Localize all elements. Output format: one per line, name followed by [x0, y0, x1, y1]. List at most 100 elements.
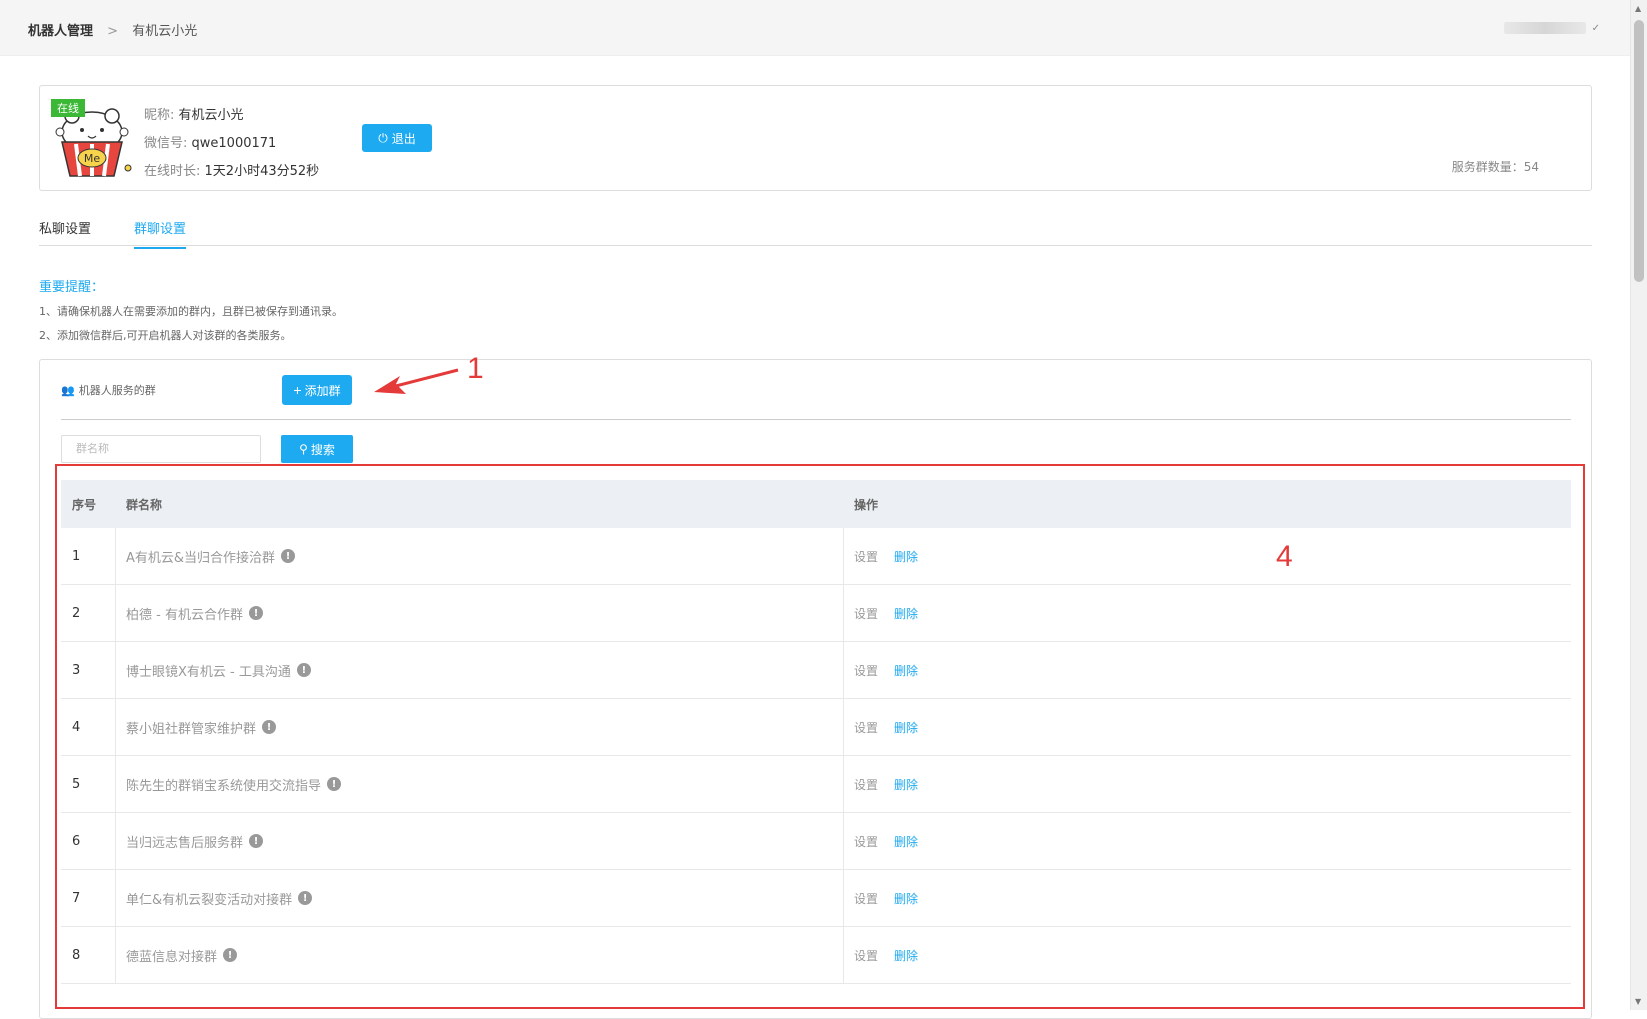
annotation-marker-1: 1	[467, 352, 484, 385]
online-duration-label: 在线时长:	[144, 164, 201, 179]
power-icon: ⏻	[378, 130, 388, 145]
header-action: 操作	[854, 497, 879, 512]
row-index: 4	[61, 699, 116, 755]
breadcrumb-separator: >	[107, 24, 119, 39]
group-name-text: 德蓝信息对接群	[126, 949, 218, 965]
notice-line-2: 2、添加微信群后,可开启机器人对该群的各类服务。	[39, 329, 292, 342]
settings-link[interactable]: 设置	[854, 548, 878, 565]
group-name-text: 博士眼镜X有机云 - 工具沟通	[126, 664, 291, 680]
delete-link[interactable]: 删除	[894, 662, 918, 679]
tab-group-chat[interactable]: 群聊设置	[134, 218, 187, 249]
add-group-label: 添加群	[304, 383, 341, 398]
settings-link[interactable]: 设置	[854, 605, 878, 622]
row-actions: 设置 删除	[844, 813, 1571, 869]
page-scrollbar[interactable]: ▲ ▼	[1630, 0, 1647, 1010]
wechat-value: qwe1000171	[191, 136, 277, 151]
table-row: 6 当归远志售后服务群! 设置 删除	[61, 813, 1571, 870]
notice-line-1: 1、请确保机器人在需要添加的群内，且群已被保存到通讯录。	[39, 305, 343, 318]
delete-link[interactable]: 删除	[894, 890, 918, 907]
settings-link[interactable]: 设置	[854, 890, 878, 907]
delete-link[interactable]: 删除	[894, 776, 918, 793]
group-panel: 👥 机器人服务的群 + 添加群 ⚲ 搜索 序号 群名称 操作 1A有机云&当归合…	[39, 359, 1592, 1019]
row-group-name: 当归远志售后服务群!	[116, 813, 844, 869]
info-icon[interactable]: !	[223, 948, 238, 962]
svg-text:Me: Me	[84, 152, 100, 165]
plus-icon: +	[293, 382, 302, 398]
search-label: 搜索	[310, 442, 335, 457]
users-icon: 👥	[61, 383, 75, 397]
scroll-up-icon[interactable]: ▲	[1635, 4, 1641, 13]
tab-private-chat[interactable]: 私聊设置	[39, 218, 91, 247]
info-icon[interactable]: !	[327, 777, 342, 791]
annotation-arrow-icon	[374, 368, 459, 394]
delete-link[interactable]: 删除	[894, 719, 918, 736]
settings-link[interactable]: 设置	[854, 947, 878, 964]
row-group-name: 蔡小姐社群管家维护群!	[116, 699, 844, 755]
scroll-down-icon[interactable]: ▼	[1635, 997, 1641, 1006]
info-icon[interactable]: !	[248, 606, 263, 620]
breadcrumb: 机器人管理 > 有机云小光	[28, 20, 197, 39]
delete-link[interactable]: 删除	[894, 947, 918, 964]
table-body: 1 A有机云&当归合作接洽群! 设置 删除 2 柏德 - 有机云合作群! 设置 删除 3 博士眼镜…	[61, 528, 1571, 984]
row-index: 8	[61, 927, 116, 983]
row-index: 5	[61, 756, 116, 812]
scrollbar-thumb[interactable]	[1634, 20, 1644, 282]
profile-info: 昵称: 有机云小光 微信号: qwe1000171 在线时长: 1天2小时43分…	[144, 102, 319, 186]
row-actions: 设置 删除	[844, 870, 1571, 926]
row-actions: 设置 删除	[844, 528, 1571, 584]
settings-link[interactable]: 设置	[854, 719, 878, 736]
group-name-text: 单仁&有机云裂变活动对接群	[126, 892, 293, 908]
panel-title-text: 机器人服务的群	[78, 384, 156, 397]
robot-profile-card: 在线 Me 昵称: 有机云小光 微信号: qwe1000171 在线时长: 1天…	[39, 85, 1592, 191]
user-name-blurred	[1503, 22, 1586, 34]
status-badge: 在线	[51, 99, 85, 117]
delete-link[interactable]: 删除	[894, 605, 918, 622]
settings-link[interactable]: 设置	[854, 833, 878, 850]
info-icon[interactable]: !	[262, 720, 277, 734]
settings-link[interactable]: 设置	[854, 662, 878, 679]
breadcrumb-root[interactable]: 机器人管理	[28, 24, 93, 39]
add-group-button[interactable]: + 添加群	[282, 375, 352, 405]
group-name-text: 陈先生的群销宝系统使用交流指导	[126, 778, 322, 794]
info-icon[interactable]: !	[249, 834, 264, 848]
user-menu[interactable]: ✓	[1503, 22, 1600, 34]
group-name-text: 蔡小姐社群管家维护群	[126, 721, 257, 737]
online-duration-value: 1天2小时43分52秒	[204, 164, 320, 179]
chevron-down-icon: ✓	[1591, 22, 1600, 34]
settings-link[interactable]: 设置	[854, 776, 878, 793]
row-group-name: A有机云&当归合作接洽群!	[116, 528, 844, 584]
group-name-text: 当归远志售后服务群	[126, 835, 244, 851]
wechat-label: 微信号:	[144, 136, 188, 151]
row-index: 7	[61, 870, 116, 926]
nickname-value: 有机云小光	[178, 108, 244, 123]
info-icon[interactable]: !	[281, 549, 296, 563]
row-index: 2	[61, 585, 116, 641]
table-row: 7 单仁&有机云裂变活动对接群! 设置 删除	[61, 870, 1571, 927]
group-name-text: 柏德 - 有机云合作群	[126, 607, 243, 623]
row-index: 6	[61, 813, 116, 869]
table-header: 序号 群名称 操作	[61, 480, 1571, 528]
top-bar: 机器人管理 > 有机云小光 ✓	[0, 0, 1630, 56]
table-row: 5 陈先生的群销宝系统使用交流指导! 设置 删除	[61, 756, 1571, 813]
row-group-name: 陈先生的群销宝系统使用交流指导!	[116, 756, 844, 812]
table-row: 2 柏德 - 有机云合作群! 设置 删除	[61, 585, 1571, 642]
info-icon[interactable]: !	[298, 891, 313, 905]
group-table: 序号 群名称 操作 1 A有机云&当归合作接洽群! 设置 删除 2 柏德 - 有机云合作群…	[61, 480, 1571, 984]
header-name: 群名称	[126, 497, 163, 512]
row-group-name: 柏德 - 有机云合作群!	[116, 585, 844, 641]
panel-title: 👥 机器人服务的群	[61, 382, 156, 398]
row-actions: 设置 删除	[844, 927, 1571, 983]
header-index: 序号	[72, 497, 97, 512]
logout-button[interactable]: ⏻ 退出	[362, 124, 432, 152]
row-actions: 设置 删除	[844, 756, 1571, 812]
info-icon[interactable]: !	[296, 663, 311, 677]
row-actions: 设置 删除	[844, 585, 1571, 641]
row-actions: 设置 删除	[844, 642, 1571, 698]
row-index: 3	[61, 642, 116, 698]
group-name-text: A有机云&当归合作接洽群	[126, 550, 276, 566]
delete-link[interactable]: 删除	[894, 548, 918, 565]
delete-link[interactable]: 删除	[894, 833, 918, 850]
group-name-search-input[interactable]	[61, 435, 261, 463]
search-button[interactable]: ⚲ 搜索	[281, 435, 353, 463]
panel-divider	[61, 419, 1571, 420]
